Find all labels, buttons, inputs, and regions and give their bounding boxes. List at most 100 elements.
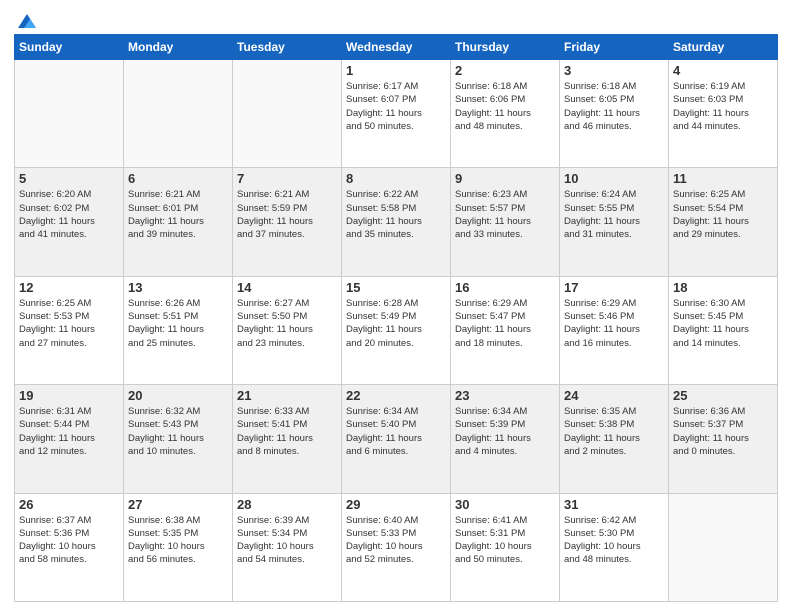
day-number: 16	[455, 280, 555, 295]
week-row-3: 19 Sunrise: 6:31 AM Sunset: 5:44 PM Dayli…	[15, 385, 778, 493]
day-info: Sunrise: 6:38 AM Sunset: 5:35 PM Dayligh…	[128, 514, 228, 567]
day-info: Sunrise: 6:26 AM Sunset: 5:51 PM Dayligh…	[128, 297, 228, 350]
day-info: Sunrise: 6:24 AM Sunset: 5:55 PM Dayligh…	[564, 188, 664, 241]
day-info: Sunrise: 6:27 AM Sunset: 5:50 PM Dayligh…	[237, 297, 337, 350]
logo-icon	[16, 10, 38, 32]
calendar-cell: 3 Sunrise: 6:18 AM Sunset: 6:05 PM Daylig…	[560, 60, 669, 168]
weekday-wednesday: Wednesday	[342, 35, 451, 60]
week-row-2: 12 Sunrise: 6:25 AM Sunset: 5:53 PM Dayli…	[15, 276, 778, 384]
day-info: Sunrise: 6:31 AM Sunset: 5:44 PM Dayligh…	[19, 405, 119, 458]
calendar-cell: 27 Sunrise: 6:38 AM Sunset: 5:35 PM Dayli…	[124, 493, 233, 601]
calendar-cell: 23 Sunrise: 6:34 AM Sunset: 5:39 PM Dayli…	[451, 385, 560, 493]
day-number: 11	[673, 171, 773, 186]
weekday-friday: Friday	[560, 35, 669, 60]
day-number: 14	[237, 280, 337, 295]
day-info: Sunrise: 6:36 AM Sunset: 5:37 PM Dayligh…	[673, 405, 773, 458]
calendar-cell	[233, 60, 342, 168]
day-info: Sunrise: 6:35 AM Sunset: 5:38 PM Dayligh…	[564, 405, 664, 458]
weekday-header-row: SundayMondayTuesdayWednesdayThursdayFrid…	[15, 35, 778, 60]
day-info: Sunrise: 6:18 AM Sunset: 6:06 PM Dayligh…	[455, 80, 555, 133]
day-number: 10	[564, 171, 664, 186]
calendar-cell: 4 Sunrise: 6:19 AM Sunset: 6:03 PM Daylig…	[669, 60, 778, 168]
day-number: 24	[564, 388, 664, 403]
header	[14, 10, 778, 28]
day-number: 13	[128, 280, 228, 295]
calendar-cell	[124, 60, 233, 168]
calendar-cell: 2 Sunrise: 6:18 AM Sunset: 6:06 PM Daylig…	[451, 60, 560, 168]
calendar-cell: 21 Sunrise: 6:33 AM Sunset: 5:41 PM Dayli…	[233, 385, 342, 493]
day-info: Sunrise: 6:25 AM Sunset: 5:54 PM Dayligh…	[673, 188, 773, 241]
day-number: 1	[346, 63, 446, 78]
day-number: 3	[564, 63, 664, 78]
day-number: 6	[128, 171, 228, 186]
calendar-cell: 22 Sunrise: 6:34 AM Sunset: 5:40 PM Dayli…	[342, 385, 451, 493]
logo	[14, 10, 38, 28]
day-info: Sunrise: 6:34 AM Sunset: 5:39 PM Dayligh…	[455, 405, 555, 458]
day-number: 31	[564, 497, 664, 512]
day-info: Sunrise: 6:25 AM Sunset: 5:53 PM Dayligh…	[19, 297, 119, 350]
day-number: 18	[673, 280, 773, 295]
day-number: 21	[237, 388, 337, 403]
day-info: Sunrise: 6:22 AM Sunset: 5:58 PM Dayligh…	[346, 188, 446, 241]
week-row-0: 1 Sunrise: 6:17 AM Sunset: 6:07 PM Daylig…	[15, 60, 778, 168]
day-info: Sunrise: 6:40 AM Sunset: 5:33 PM Dayligh…	[346, 514, 446, 567]
calendar-cell: 14 Sunrise: 6:27 AM Sunset: 5:50 PM Dayli…	[233, 276, 342, 384]
calendar-cell: 6 Sunrise: 6:21 AM Sunset: 6:01 PM Daylig…	[124, 168, 233, 276]
day-number: 25	[673, 388, 773, 403]
calendar-cell: 8 Sunrise: 6:22 AM Sunset: 5:58 PM Daylig…	[342, 168, 451, 276]
day-info: Sunrise: 6:17 AM Sunset: 6:07 PM Dayligh…	[346, 80, 446, 133]
calendar-cell: 16 Sunrise: 6:29 AM Sunset: 5:47 PM Dayli…	[451, 276, 560, 384]
day-number: 22	[346, 388, 446, 403]
day-info: Sunrise: 6:34 AM Sunset: 5:40 PM Dayligh…	[346, 405, 446, 458]
calendar: SundayMondayTuesdayWednesdayThursdayFrid…	[14, 34, 778, 602]
day-number: 29	[346, 497, 446, 512]
day-number: 17	[564, 280, 664, 295]
calendar-cell	[15, 60, 124, 168]
calendar-cell: 5Sunrise: 6:20 AM Sunset: 6:02 PM Daylig…	[15, 168, 124, 276]
day-info: Sunrise: 6:21 AM Sunset: 6:01 PM Dayligh…	[128, 188, 228, 241]
day-info: Sunrise: 6:18 AM Sunset: 6:05 PM Dayligh…	[564, 80, 664, 133]
day-number: 2	[455, 63, 555, 78]
calendar-cell: 30Sunrise: 6:41 AM Sunset: 5:31 PM Dayli…	[451, 493, 560, 601]
calendar-cell: 1 Sunrise: 6:17 AM Sunset: 6:07 PM Daylig…	[342, 60, 451, 168]
week-row-1: 5Sunrise: 6:20 AM Sunset: 6:02 PM Daylig…	[15, 168, 778, 276]
day-number: 20	[128, 388, 228, 403]
day-number: 8	[346, 171, 446, 186]
calendar-cell: 15Sunrise: 6:28 AM Sunset: 5:49 PM Dayli…	[342, 276, 451, 384]
calendar-cell: 17Sunrise: 6:29 AM Sunset: 5:46 PM Dayli…	[560, 276, 669, 384]
calendar-cell: 19 Sunrise: 6:31 AM Sunset: 5:44 PM Dayli…	[15, 385, 124, 493]
calendar-cell: 28Sunrise: 6:39 AM Sunset: 5:34 PM Dayli…	[233, 493, 342, 601]
day-info: Sunrise: 6:19 AM Sunset: 6:03 PM Dayligh…	[673, 80, 773, 133]
day-number: 19	[19, 388, 119, 403]
day-number: 15	[346, 280, 446, 295]
day-info: Sunrise: 6:39 AM Sunset: 5:34 PM Dayligh…	[237, 514, 337, 567]
day-number: 26	[19, 497, 119, 512]
day-info: Sunrise: 6:42 AM Sunset: 5:30 PM Dayligh…	[564, 514, 664, 567]
day-info: Sunrise: 6:29 AM Sunset: 5:47 PM Dayligh…	[455, 297, 555, 350]
day-number: 12	[19, 280, 119, 295]
page: SundayMondayTuesdayWednesdayThursdayFrid…	[0, 0, 792, 612]
day-number: 7	[237, 171, 337, 186]
day-info: Sunrise: 6:20 AM Sunset: 6:02 PM Dayligh…	[19, 188, 119, 241]
calendar-cell: 25 Sunrise: 6:36 AM Sunset: 5:37 PM Dayli…	[669, 385, 778, 493]
calendar-cell: 24 Sunrise: 6:35 AM Sunset: 5:38 PM Dayli…	[560, 385, 669, 493]
calendar-cell: 29 Sunrise: 6:40 AM Sunset: 5:33 PM Dayli…	[342, 493, 451, 601]
calendar-cell: 31 Sunrise: 6:42 AM Sunset: 5:30 PM Dayli…	[560, 493, 669, 601]
calendar-cell: 13 Sunrise: 6:26 AM Sunset: 5:51 PM Dayli…	[124, 276, 233, 384]
calendar-cell: 26 Sunrise: 6:37 AM Sunset: 5:36 PM Dayli…	[15, 493, 124, 601]
calendar-cell: 12 Sunrise: 6:25 AM Sunset: 5:53 PM Dayli…	[15, 276, 124, 384]
calendar-cell: 7Sunrise: 6:21 AM Sunset: 5:59 PM Daylig…	[233, 168, 342, 276]
calendar-cell: 20Sunrise: 6:32 AM Sunset: 5:43 PM Dayli…	[124, 385, 233, 493]
calendar-cell: 10 Sunrise: 6:24 AM Sunset: 5:55 PM Dayli…	[560, 168, 669, 276]
day-info: Sunrise: 6:23 AM Sunset: 5:57 PM Dayligh…	[455, 188, 555, 241]
day-number: 4	[673, 63, 773, 78]
day-info: Sunrise: 6:41 AM Sunset: 5:31 PM Dayligh…	[455, 514, 555, 567]
day-info: Sunrise: 6:37 AM Sunset: 5:36 PM Dayligh…	[19, 514, 119, 567]
day-info: Sunrise: 6:33 AM Sunset: 5:41 PM Dayligh…	[237, 405, 337, 458]
day-number: 27	[128, 497, 228, 512]
weekday-sunday: Sunday	[15, 35, 124, 60]
day-number: 23	[455, 388, 555, 403]
calendar-cell: 18Sunrise: 6:30 AM Sunset: 5:45 PM Dayli…	[669, 276, 778, 384]
weekday-thursday: Thursday	[451, 35, 560, 60]
day-number: 9	[455, 171, 555, 186]
